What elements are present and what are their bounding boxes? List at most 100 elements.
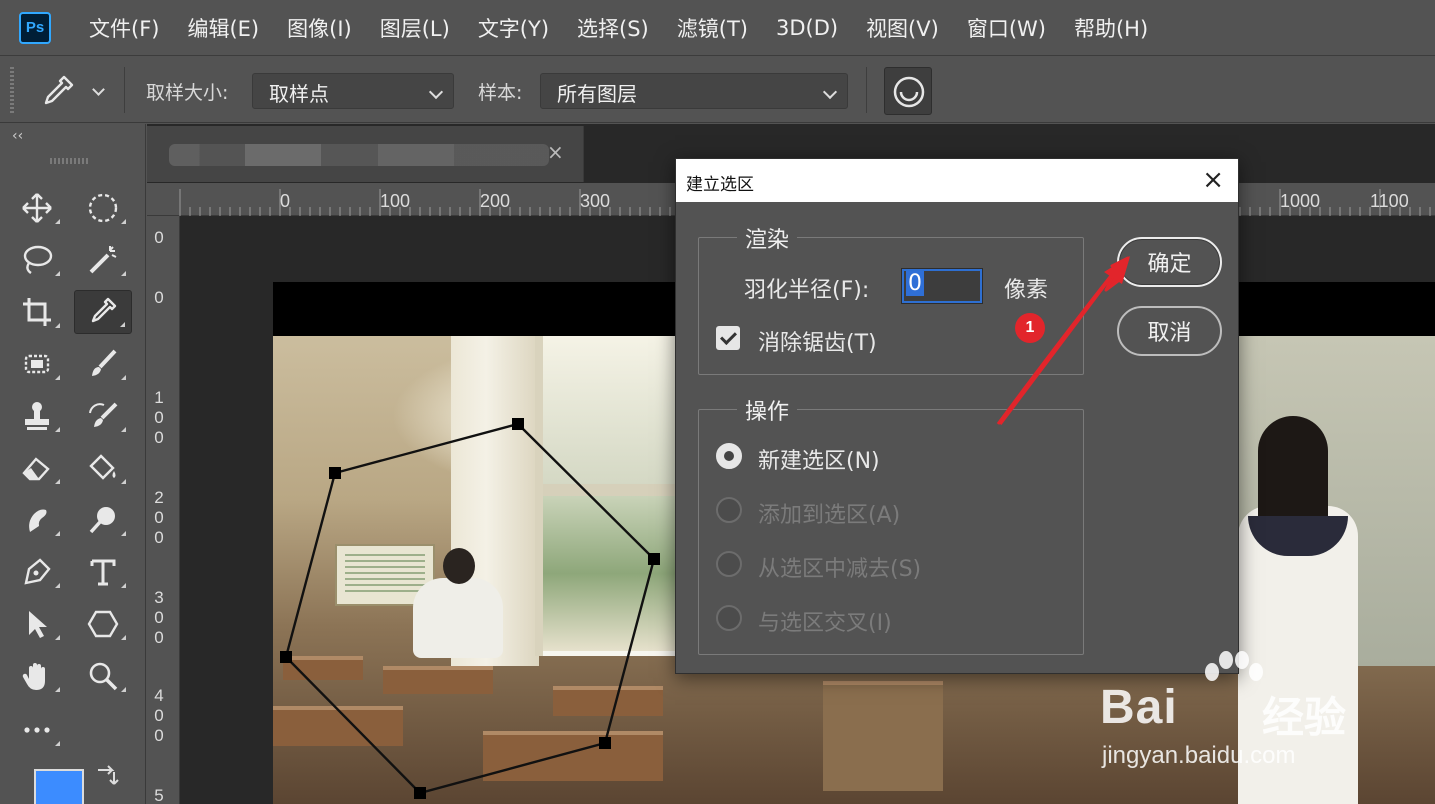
menu-image[interactable]: 图像(I)	[287, 13, 352, 43]
ruler-label: 0	[154, 288, 164, 307]
menu-3d[interactable]: 3D(D)	[776, 16, 838, 40]
stamp-icon	[25, 402, 49, 430]
eraser-tool[interactable]	[8, 446, 66, 490]
ruler-label: 200	[480, 191, 511, 211]
classroom-window	[535, 336, 675, 656]
crop-tool[interactable]	[8, 290, 66, 334]
close-icon[interactable]: ×	[1202, 165, 1224, 195]
crop-icon	[23, 298, 51, 326]
feather-radius-input[interactable]: 0	[901, 268, 983, 304]
document-tab[interactable]: ×	[147, 126, 584, 182]
photoshop-logo: Ps	[19, 11, 51, 44]
menu-type[interactable]: 文字(Y)	[478, 13, 549, 43]
collapse-panel-button[interactable]: ‹‹	[12, 128, 23, 144]
radio-subtract-from-selection[interactable]	[716, 551, 742, 577]
menu-window[interactable]: 窗口(W)	[967, 13, 1046, 43]
operation-group-title: 操作	[737, 394, 798, 426]
ruler-label: 0	[280, 191, 291, 211]
zoom-tool[interactable]	[74, 654, 132, 698]
eyedropper-icon	[44, 75, 74, 105]
baidu-jingyan-watermark: Bai 经验 jingyan.baidu.com	[1100, 650, 1430, 780]
dodge-tool[interactable]	[74, 498, 132, 542]
step-badge: 1	[1015, 313, 1045, 343]
brush-tool[interactable]	[74, 342, 132, 386]
move-icon	[22, 193, 52, 223]
options-grip[interactable]	[10, 67, 14, 113]
more-icon	[24, 727, 50, 733]
sample-label: 样本:	[478, 82, 523, 104]
radio-add-to-selection[interactable]	[716, 497, 742, 523]
ruler-label: 100	[154, 388, 164, 447]
ruler-label: 400	[154, 686, 164, 745]
tool-panel-grip[interactable]	[50, 158, 90, 164]
healing-brush-tool[interactable]	[8, 342, 66, 386]
cancel-button[interactable]: 取消	[1117, 306, 1222, 356]
menu-help[interactable]: 帮助(H)	[1074, 13, 1148, 43]
chevron-down-icon	[822, 84, 838, 100]
menu-file[interactable]: 文件(F)	[89, 13, 159, 43]
sample-value: 所有图层	[557, 82, 637, 106]
pen-icon	[24, 558, 51, 585]
menu-view[interactable]: 视图(V)	[866, 13, 939, 43]
watermark-brand: Bai	[1100, 681, 1178, 734]
eraser-icon	[22, 457, 50, 481]
options-bar: 取样大小: 取样点 样本: 所有图层	[0, 57, 1435, 123]
brush-icon	[92, 349, 117, 376]
smudge-tool[interactable]	[8, 498, 66, 542]
menu-select[interactable]: 选择(S)	[577, 13, 649, 43]
magic-wand-tool[interactable]	[74, 238, 132, 282]
options-divider	[866, 67, 867, 113]
show-sampling-ring-button[interactable]	[884, 67, 932, 115]
dialog-title-bar[interactable]: 建立选区 ×	[676, 159, 1238, 202]
path-selection-tool[interactable]	[8, 602, 66, 646]
paw-logo-icon	[1205, 651, 1263, 681]
options-divider	[124, 67, 125, 113]
render-group: 渲染	[698, 222, 1084, 375]
shape-tool[interactable]	[74, 602, 132, 646]
chevron-down-icon	[428, 84, 444, 100]
paint-bucket-tool[interactable]	[74, 446, 132, 490]
ruler-label: 300	[580, 191, 611, 211]
move-tool[interactable]	[8, 186, 66, 230]
desk	[273, 706, 403, 746]
ruler-label: 0	[154, 228, 164, 247]
tab-close-icon[interactable]: ×	[547, 140, 564, 164]
ok-button[interactable]: 确定	[1117, 237, 1222, 287]
menu-filter[interactable]: 滤镜(T)	[677, 13, 748, 43]
paint-bucket-icon	[89, 454, 116, 480]
healing-brush-icon	[24, 354, 50, 374]
ruler-label: 1100	[1370, 191, 1409, 211]
radio-intersect-selection[interactable]	[716, 605, 742, 631]
foreground-color-swatch[interactable]	[34, 769, 84, 804]
eyedropper-tool[interactable]	[74, 290, 132, 334]
pen-tool[interactable]	[8, 550, 66, 594]
sample-select[interactable]: 所有图层	[540, 73, 848, 109]
menu-bar: Ps 文件(F) 编辑(E) 图像(I) 图层(L) 文字(Y) 选择(S) 滤…	[0, 0, 1435, 56]
history-brush-tool[interactable]	[74, 394, 132, 438]
edit-toolbar-button[interactable]	[8, 708, 66, 752]
history-brush-icon	[89, 402, 118, 427]
sample-size-value: 取样点	[269, 82, 329, 106]
antialias-checkbox[interactable]	[716, 326, 740, 350]
intersect-selection-label: 与选区交叉(I)	[758, 611, 892, 636]
ruler-vertical[interactable]: 0 0 100 200 300 400 5	[147, 216, 180, 804]
menu-edit[interactable]: 编辑(E)	[187, 13, 259, 43]
tool-preset-picker[interactable]	[38, 71, 108, 111]
feather-radius-label: 羽化半径(F):	[744, 278, 870, 303]
radio-new-selection[interactable]	[716, 443, 742, 469]
type-tool[interactable]	[74, 550, 132, 594]
subtract-from-selection-label: 从选区中减去(S)	[758, 557, 922, 582]
chevron-down-icon	[92, 83, 105, 96]
lasso-tool[interactable]	[8, 238, 66, 282]
marquee-tool[interactable]	[74, 186, 132, 230]
desk	[553, 686, 663, 716]
menu-layer[interactable]: 图层(L)	[380, 13, 450, 43]
watermark-cn: 经验	[1262, 693, 1347, 742]
hand-tool[interactable]	[8, 654, 66, 698]
swap-colors-icon[interactable]	[94, 764, 120, 788]
sample-size-select[interactable]: 取样点	[252, 73, 454, 109]
eyedropper-icon	[91, 297, 117, 323]
clone-stamp-tool[interactable]	[8, 394, 66, 438]
ruler-label: 1000	[1280, 191, 1321, 211]
teacher-desk	[823, 681, 943, 791]
